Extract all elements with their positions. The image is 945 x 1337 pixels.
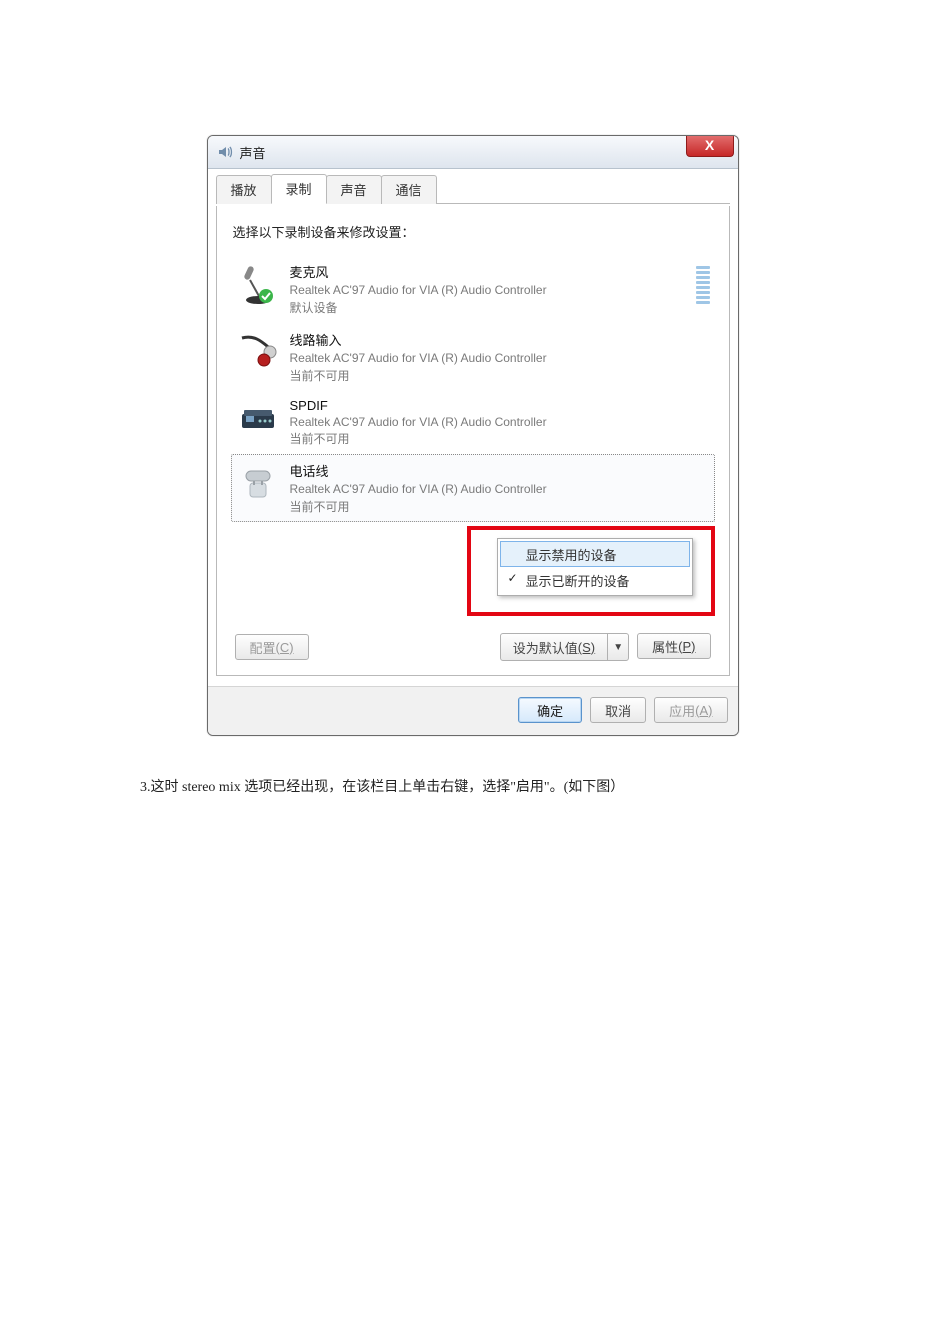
device-driver: Realtek AC'97 Audio for VIA (R) Audio Co… — [290, 481, 710, 498]
sound-dialog: 声音 X 播放 录制 声音 通信 选择以下录制设备来修改设置： — [207, 135, 739, 736]
context-menu: 显示禁用的设备 ✓ 显示已断开的设备 — [497, 538, 693, 596]
menu-item-label: 显示禁用的设备 — [526, 545, 617, 564]
button-label: 设为默认值 — [513, 638, 578, 657]
dialog-title: 声音 — [240, 143, 266, 162]
ok-button[interactable]: 确定 — [518, 697, 582, 723]
sound-icon — [216, 143, 234, 161]
tab-sounds[interactable]: 声音 — [326, 175, 382, 204]
properties-button[interactable]: 属性(P) — [637, 633, 710, 659]
dialog-footer: 确定 取消 应用(A) — [208, 686, 738, 735]
button-label: 应用 — [669, 701, 695, 720]
device-item-spdif[interactable]: SPDIF Realtek AC'97 Audio for VIA (R) Au… — [231, 391, 715, 455]
device-status: 当前不可用 — [290, 367, 710, 384]
menu-item-label: 显示已断开的设备 — [526, 571, 630, 590]
device-name: 线路输入 — [290, 330, 710, 349]
microphone-icon — [236, 262, 280, 306]
button-label: 属性 — [652, 637, 678, 656]
hotkey: (S) — [578, 640, 595, 655]
device-item-line-in[interactable]: 线路输入 Realtek AC'97 Audio for VIA (R) Aud… — [231, 323, 715, 391]
chevron-down-icon[interactable]: ▼ — [608, 634, 628, 660]
tab-communications[interactable]: 通信 — [381, 175, 437, 204]
device-item-phone-line[interactable]: 电话线 Realtek AC'97 Audio for VIA (R) Audi… — [231, 454, 715, 522]
level-meter — [696, 266, 710, 312]
device-name: 电话线 — [290, 461, 710, 480]
phone-line-icon — [236, 461, 280, 505]
set-default-split-button[interactable]: 设为默认值(S) ▼ — [500, 633, 629, 661]
close-button[interactable]: X — [686, 135, 734, 157]
hotkey: (C) — [276, 640, 294, 655]
step-3-caption: 3.这时 stereo mix 选项已经出现，在该栏目上单击右键，选择"启用"。… — [140, 776, 945, 796]
tab-bar: 播放 录制 声音 通信 — [216, 177, 730, 204]
instruction-label: 选择以下录制设备来修改设置： — [233, 222, 715, 241]
device-driver: Realtek AC'97 Audio for VIA (R) Audio Co… — [290, 350, 710, 367]
spdif-icon — [236, 398, 280, 442]
configure-button[interactable]: 配置(C) — [235, 634, 309, 660]
line-in-icon — [236, 330, 280, 374]
titlebar: 声音 X — [208, 136, 738, 169]
device-driver: Realtek AC'97 Audio for VIA (R) Audio Co… — [290, 282, 688, 299]
device-status: 默认设备 — [290, 299, 688, 316]
apply-button[interactable]: 应用(A) — [654, 697, 727, 723]
close-icon: X — [705, 137, 714, 153]
device-item-microphone[interactable]: 麦克风 Realtek AC'97 Audio for VIA (R) Audi… — [231, 255, 715, 323]
hotkey: (A) — [695, 703, 712, 718]
device-name: SPDIF — [290, 398, 710, 413]
device-name: 麦克风 — [290, 262, 688, 281]
hotkey: (P) — [678, 639, 695, 654]
tab-recording[interactable]: 录制 — [271, 174, 327, 204]
device-status: 当前不可用 — [290, 498, 710, 515]
device-driver: Realtek AC'97 Audio for VIA (R) Audio Co… — [290, 414, 710, 431]
menu-item-show-disabled[interactable]: 显示禁用的设备 — [500, 541, 690, 567]
device-status: 当前不可用 — [290, 430, 710, 447]
menu-item-show-disconnected[interactable]: ✓ 显示已断开的设备 — [500, 567, 690, 593]
tab-panel-recording: 选择以下录制设备来修改设置： 麦克风 Real — [216, 206, 730, 676]
button-label: 配置 — [250, 638, 276, 657]
tab-playback[interactable]: 播放 — [216, 175, 272, 204]
cancel-button[interactable]: 取消 — [590, 697, 646, 723]
checkmark-icon: ✓ — [506, 571, 520, 585]
